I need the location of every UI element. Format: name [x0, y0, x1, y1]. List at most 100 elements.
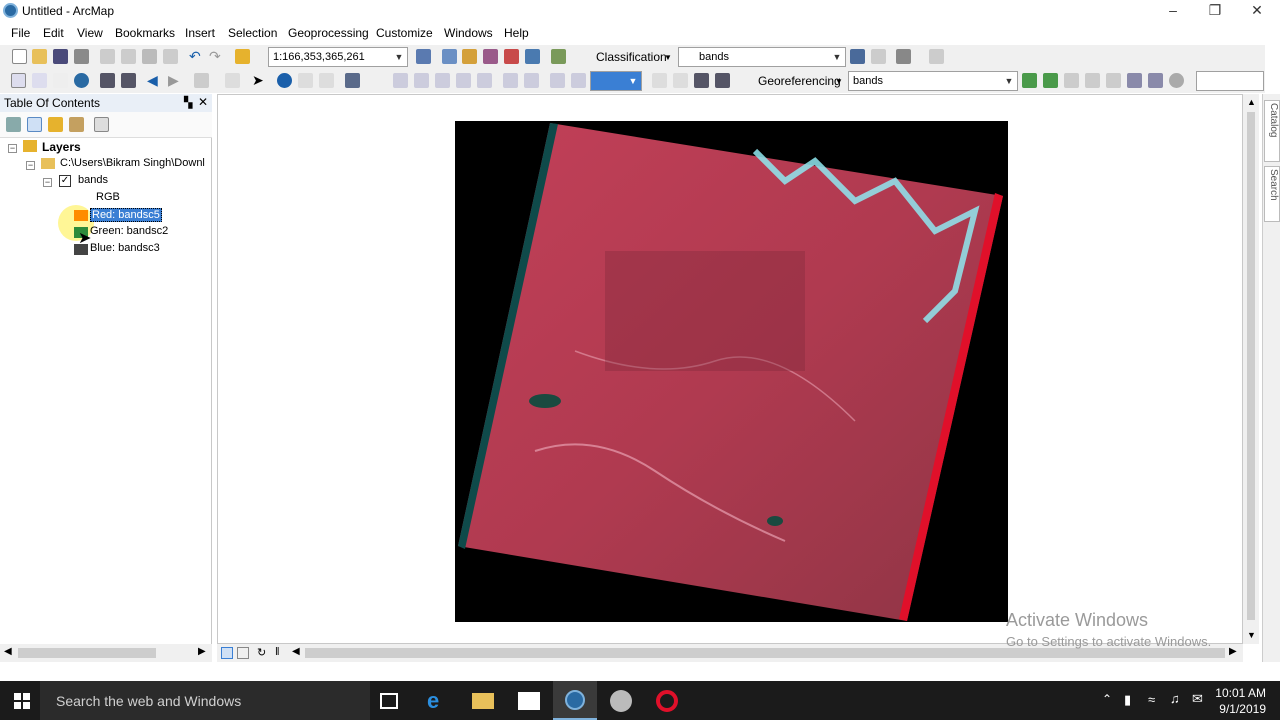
scroll-up-icon[interactable]: ▲ [1247, 97, 1256, 107]
python-window-icon[interactable] [525, 49, 540, 64]
collapse-bands-icon[interactable]: − [43, 178, 52, 187]
list-by-source-icon[interactable] [27, 117, 42, 132]
change-layout-icon[interactable] [694, 73, 709, 88]
scroll-down-icon[interactable]: ▼ [1247, 630, 1256, 640]
list-by-visibility-icon[interactable] [48, 117, 63, 132]
layout-zoom-combo[interactable]: ▼ [590, 71, 642, 91]
classification-label[interactable]: Classification [596, 50, 667, 64]
scroll-left-icon[interactable]: ◀ [292, 646, 300, 657]
clock-date[interactable]: 9/1/2019 [1219, 702, 1266, 716]
close-icon[interactable]: ✕ [198, 95, 208, 109]
menu-selection[interactable]: Selection [228, 26, 277, 40]
add-data-icon[interactable] [235, 49, 250, 64]
auto-adjust-icon[interactable] [1169, 73, 1184, 88]
raster-image-frame[interactable] [455, 121, 1008, 622]
list-by-selection-icon[interactable] [69, 117, 84, 132]
layout-zoom-icon[interactable] [414, 73, 429, 88]
georef-input-field[interactable] [1196, 71, 1264, 91]
classification-dropdown-icon[interactable]: ▼ [664, 53, 672, 62]
menu-view[interactable]: View [77, 26, 103, 40]
bands-visibility-checkbox[interactable]: ✓ [59, 175, 71, 187]
green-band-label[interactable]: Green: bandsc2 [90, 225, 168, 237]
map-hscroll-thumb[interactable] [305, 648, 1225, 658]
save-icon[interactable] [53, 49, 68, 64]
catalog-window-icon[interactable] [462, 49, 477, 64]
blue-band-label[interactable]: Blue: bandsc3 [90, 242, 160, 254]
fixed-zoom-out-icon[interactable] [121, 73, 136, 88]
georeferencing-dropdown-icon[interactable]: ▼ [835, 77, 843, 86]
toc-horizontal-scrollbar[interactable]: ◀ ▶ [0, 644, 212, 662]
cut-icon[interactable] [100, 49, 115, 64]
viewer-icon[interactable] [1127, 73, 1142, 88]
edge-browser-icon[interactable]: e [427, 690, 449, 712]
menu-windows[interactable]: Windows [444, 26, 493, 40]
data-view-icon[interactable] [221, 647, 233, 659]
full-extent-icon[interactable] [74, 73, 89, 88]
select-features-icon[interactable] [194, 73, 209, 88]
undo-icon[interactable]: ↶ [189, 49, 204, 64]
layout-pan-icon[interactable] [435, 73, 450, 88]
pause-drawing-icon[interactable]: ‖ [275, 646, 280, 658]
toggle-draft-icon[interactable] [652, 73, 667, 88]
layout-tool-icon[interactable] [393, 73, 408, 88]
layout-back-icon[interactable] [550, 73, 565, 88]
training-sample-manager-icon[interactable] [850, 49, 865, 64]
layout-fixed-zoom-icon[interactable] [503, 73, 518, 88]
classification-layer-combo[interactable]: bands ▼ [678, 47, 846, 67]
menu-help[interactable]: Help [504, 26, 529, 40]
new-document-icon[interactable] [12, 49, 27, 64]
pin-icon[interactable]: ▚ [184, 96, 192, 109]
view-link-table-icon[interactable] [1148, 73, 1163, 88]
html-popup-icon[interactable] [319, 73, 334, 88]
toc-options-icon[interactable] [94, 117, 109, 132]
store-icon[interactable] [518, 692, 540, 710]
pan-icon[interactable] [53, 73, 68, 88]
search-tab[interactable]: Search [1264, 166, 1280, 222]
list-by-drawing-order-icon[interactable] [6, 117, 21, 132]
workspace-path[interactable]: C:\Users\Bikram Singh\Downl [60, 157, 205, 169]
chevron-up-icon[interactable]: ⌃ [1102, 692, 1112, 706]
back-extent-icon[interactable]: ◀ [147, 73, 162, 88]
identify-icon[interactable] [277, 73, 292, 88]
arcmap-taskbar-button[interactable] [553, 681, 597, 720]
map-display[interactable] [217, 94, 1243, 644]
file-explorer-icon[interactable] [472, 693, 494, 709]
menu-file[interactable]: File [11, 26, 30, 40]
layout-zoom-whole-icon[interactable] [456, 73, 471, 88]
data-driven-pages-icon[interactable] [715, 73, 730, 88]
add-control-points-icon[interactable] [1064, 73, 1079, 88]
arctoolbox-icon[interactable] [504, 49, 519, 64]
table-of-contents-icon[interactable] [442, 49, 457, 64]
menu-insert[interactable]: Insert [185, 26, 215, 40]
georeferencing-layer-combo[interactable]: bands ▼ [848, 71, 1018, 91]
scroll-right-icon[interactable]: ▶ [1229, 646, 1237, 657]
zoom-in-icon[interactable] [11, 73, 26, 88]
layout-view-icon[interactable] [237, 647, 249, 659]
layer-name[interactable]: bands [78, 174, 108, 186]
collapse-path-icon[interactable]: − [26, 161, 35, 170]
paste-icon[interactable] [142, 49, 157, 64]
forward-extent-icon[interactable]: ▶ [168, 73, 183, 88]
clock-time[interactable]: 10:01 AM [1215, 686, 1266, 700]
map-scale-combo[interactable]: 1:166,353,365,261 ▼ [268, 47, 408, 67]
modelbuilder-icon[interactable] [551, 49, 566, 64]
toc-scroll-thumb[interactable] [18, 648, 156, 658]
menu-bookmarks[interactable]: Bookmarks [115, 26, 175, 40]
volume-icon[interactable]: ♫ [1170, 691, 1180, 706]
minimize-button[interactable]: – [1152, 0, 1194, 22]
scroll-left-icon[interactable]: ◀ [4, 646, 12, 657]
layout-forward-icon[interactable] [571, 73, 586, 88]
menu-customize[interactable]: Customize [376, 26, 433, 40]
app-globe-icon[interactable] [610, 690, 632, 712]
layers-dataframe-label[interactable]: Layers [42, 140, 81, 154]
red-band-label[interactable]: Red: bandsc5 [90, 208, 162, 222]
rotate-icon[interactable] [1022, 73, 1037, 88]
delete-icon[interactable] [163, 49, 178, 64]
zoom-out-icon[interactable] [32, 73, 47, 88]
delete-link-icon[interactable] [1106, 73, 1121, 88]
focus-data-frame-icon[interactable] [673, 73, 688, 88]
select-link-icon[interactable] [1085, 73, 1100, 88]
layout-fixed-zoom-out-icon[interactable] [524, 73, 539, 88]
restore-button[interactable]: ❐ [1194, 0, 1236, 22]
clear-selection-icon[interactable] [225, 73, 240, 88]
